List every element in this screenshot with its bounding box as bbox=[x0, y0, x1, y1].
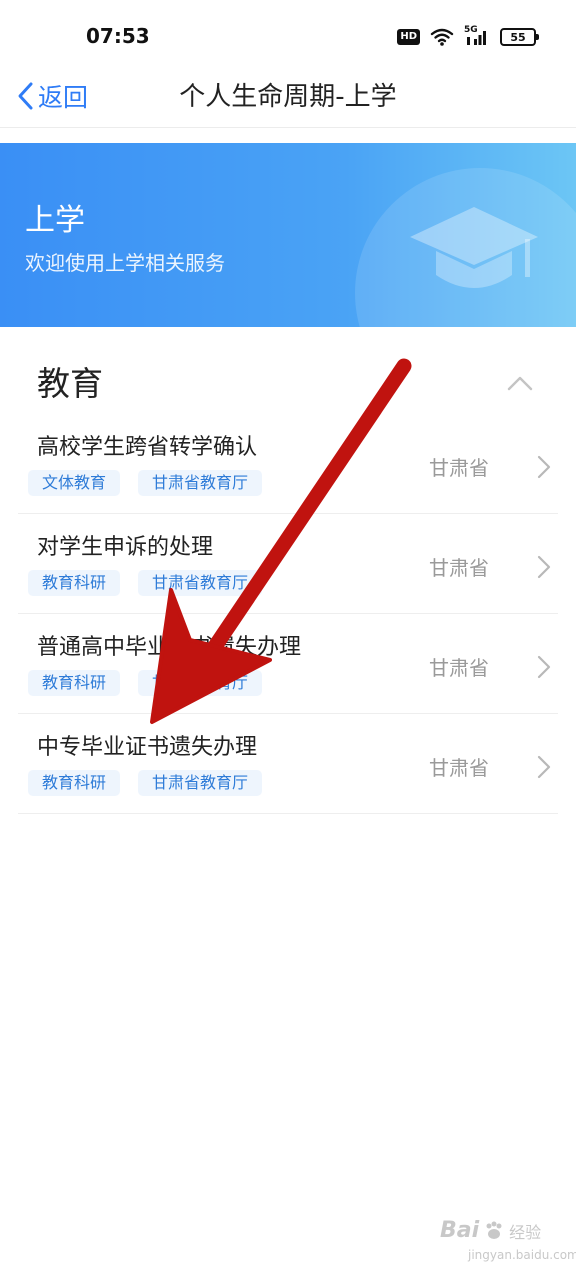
item-tags: 文体教育 甘肃省教育厅 bbox=[28, 470, 263, 496]
watermark-logo: Bai bbox=[440, 1218, 480, 1243]
chevron-right-icon bbox=[537, 755, 551, 779]
item-title: 对学生申诉的处理 bbox=[37, 535, 214, 560]
category-tag: 文体教育 bbox=[28, 470, 121, 496]
list-item[interactable]: 普通高中毕业证书遗失办理 教育科研 甘肃省教育厅 甘肃省 bbox=[18, 614, 558, 714]
department-tag: 甘肃省教育厅 bbox=[138, 470, 263, 496]
chevron-right-icon bbox=[537, 555, 551, 579]
list-item[interactable]: 对学生申诉的处理 教育科研 甘肃省教育厅 甘肃省 bbox=[18, 514, 558, 614]
section-title: 教育 bbox=[37, 364, 103, 403]
status-icons: HD 5G 55 bbox=[397, 25, 539, 48]
item-title: 高校学生跨省转学确认 bbox=[37, 435, 258, 460]
item-region: 甘肃省 bbox=[429, 656, 489, 680]
item-title: 普通高中毕业证书遗失办理 bbox=[37, 635, 302, 660]
chevron-up-icon[interactable] bbox=[506, 374, 534, 392]
item-title: 中专毕业证书遗失办理 bbox=[37, 735, 258, 760]
chevron-right-icon bbox=[537, 655, 551, 679]
paw-icon bbox=[486, 1221, 502, 1239]
list-item[interactable]: 中专毕业证书遗失办理 教育科研 甘肃省教育厅 甘肃省 bbox=[18, 714, 558, 814]
status-time: 07:53 bbox=[86, 24, 150, 48]
category-tag: 教育科研 bbox=[28, 570, 121, 596]
watermark-url: jingyan.baidu.com bbox=[468, 1248, 576, 1262]
list-item[interactable]: 高校学生跨省转学确认 文体教育 甘肃省教育厅 甘肃省 bbox=[18, 414, 558, 514]
item-region: 甘肃省 bbox=[429, 756, 489, 780]
chevron-right-icon bbox=[537, 455, 551, 479]
department-tag: 甘肃省教育厅 bbox=[138, 570, 263, 596]
nav-bar: 返回 个人生命周期-上学 bbox=[0, 70, 576, 128]
item-region: 甘肃省 bbox=[429, 556, 489, 580]
item-tags: 教育科研 甘肃省教育厅 bbox=[28, 670, 263, 696]
item-tags: 教育科研 甘肃省教育厅 bbox=[28, 770, 263, 796]
banner: 上学 欢迎使用上学相关服务 bbox=[0, 143, 576, 327]
banner-title: 上学 bbox=[25, 203, 85, 238]
page-title: 个人生命周期-上学 bbox=[179, 82, 397, 112]
item-region: 甘肃省 bbox=[429, 456, 489, 480]
category-tag: 教育科研 bbox=[28, 770, 121, 796]
item-tags: 教育科研 甘肃省教育厅 bbox=[28, 570, 263, 596]
hd-icon: HD bbox=[397, 29, 420, 45]
status-bar: 07:53 HD 5G 55 bbox=[0, 0, 576, 70]
banner-subtitle: 欢迎使用上学相关服务 bbox=[25, 251, 225, 275]
watermark-text: 经验 bbox=[509, 1222, 542, 1242]
signal-icon: 5G bbox=[464, 25, 490, 47]
battery-icon: 55 bbox=[500, 28, 539, 46]
category-tag: 教育科研 bbox=[28, 670, 121, 696]
department-tag: 甘肃省教育厅 bbox=[138, 670, 263, 696]
department-tag: 甘肃省教育厅 bbox=[138, 770, 263, 796]
graduation-cap-icon bbox=[410, 207, 538, 288]
service-list: 高校学生跨省转学确认 文体教育 甘肃省教育厅 甘肃省 对学生申诉的处理 教育科研… bbox=[18, 414, 558, 814]
watermark: Bai 经验 bbox=[440, 1218, 541, 1243]
wifi-icon bbox=[430, 28, 454, 46]
battery-level: 55 bbox=[510, 30, 526, 44]
